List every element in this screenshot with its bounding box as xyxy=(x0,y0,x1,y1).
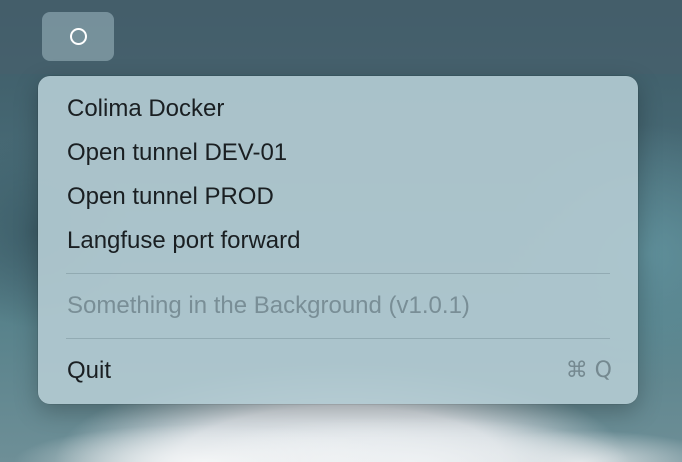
menu-item-langfuse-port-forward[interactable]: Langfuse port forward xyxy=(38,219,638,263)
menu-separator xyxy=(66,273,610,274)
menu-item-open-tunnel-dev-01[interactable]: Open tunnel DEV-01 xyxy=(38,131,638,175)
dropdown-menu: Colima Docker Open tunnel DEV-01 Open tu… xyxy=(38,76,638,404)
app-version-label: Something in the Background (v1.0.1) xyxy=(67,292,470,319)
menu-bar xyxy=(0,0,682,74)
quit-label: Quit xyxy=(67,357,112,384)
menu-item-colima-docker[interactable]: Colima Docker xyxy=(38,87,638,131)
quit-shortcut: ⌘ Q xyxy=(565,358,612,383)
menu-item-open-tunnel-prod[interactable]: Open tunnel PROD xyxy=(38,175,638,219)
status-bar-app-button[interactable] xyxy=(42,12,114,61)
menu-item-quit[interactable]: Quit ⌘ Q xyxy=(38,349,638,393)
circle-outline-icon xyxy=(69,28,87,45)
menu-separator xyxy=(66,338,610,339)
